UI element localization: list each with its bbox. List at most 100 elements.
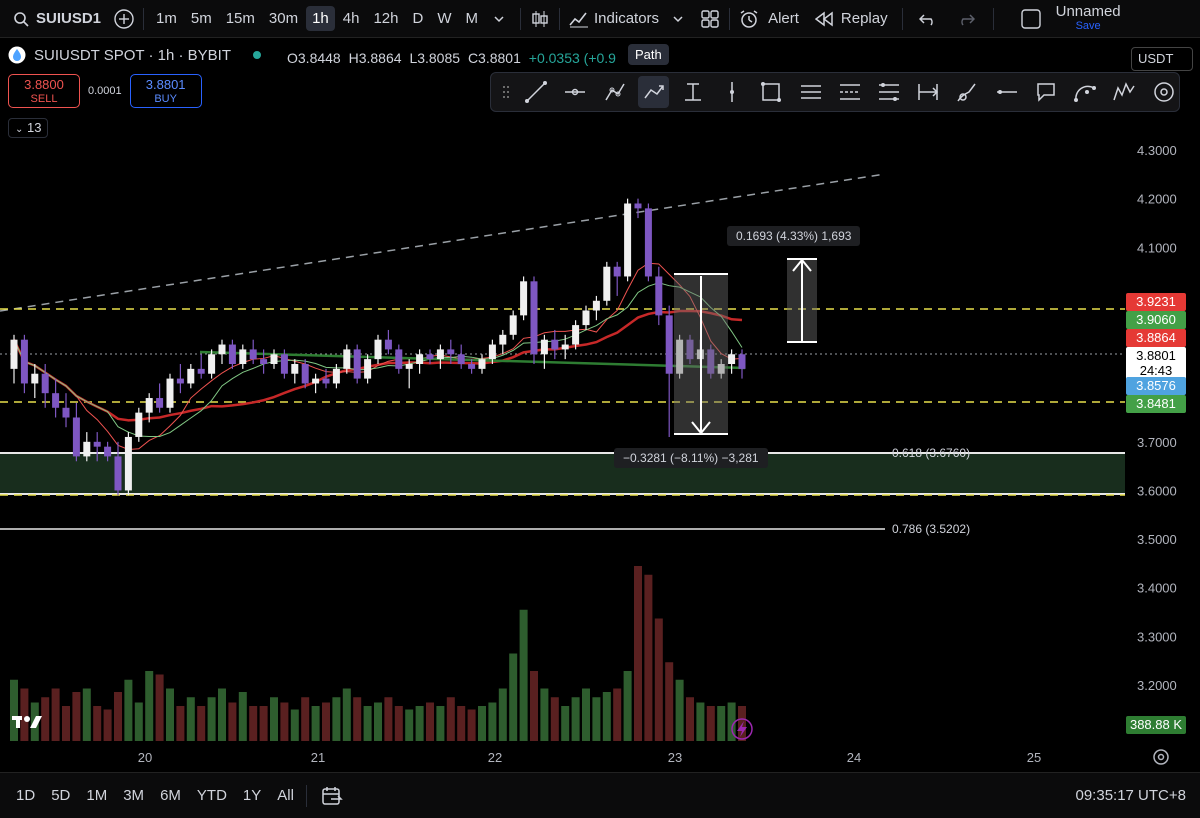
timeframe-list: 1m 5m 15m 30m 1h 4h 12h D W M [150, 0, 527, 38]
candles-icon[interactable] [527, 6, 553, 32]
volume-bar [602, 692, 611, 741]
vertical-measure-tool-icon[interactable] [677, 76, 708, 108]
candle [457, 344, 465, 369]
candle [665, 305, 673, 437]
candle-body [426, 354, 434, 360]
tf-30m[interactable]: 30m [263, 6, 304, 31]
candle-body [603, 266, 611, 301]
tf-4h[interactable]: 4h [337, 6, 366, 31]
symbol-title[interactable]: SUIUSDT SPOT · 1h · BYBIT [34, 47, 231, 64]
candle-body [145, 398, 153, 413]
ray-tool-icon[interactable] [991, 76, 1022, 108]
horizontal-line-tool-icon[interactable] [560, 76, 591, 108]
callout-tool-icon[interactable] [1030, 76, 1061, 108]
search-icon[interactable] [8, 6, 34, 32]
polyline-tool-icon[interactable] [599, 76, 630, 108]
settings-circle-icon[interactable] [1148, 76, 1179, 108]
volume-bar [696, 702, 705, 741]
candle-body [166, 378, 174, 408]
replay-icon[interactable] [811, 6, 837, 32]
candle-body [738, 354, 746, 369]
range-1d[interactable]: 1D [16, 787, 35, 804]
rectangle-tool-icon[interactable] [756, 76, 787, 108]
tf-15m[interactable]: 15m [220, 6, 261, 31]
candle [239, 344, 247, 369]
market-open-dot [253, 51, 261, 59]
buy-button[interactable]: 3.8801 BUY [129, 74, 202, 108]
candle [416, 349, 424, 374]
candle-body [114, 456, 122, 491]
arc-tool-icon[interactable] [1070, 76, 1101, 108]
volume-bar [394, 706, 403, 741]
range-1y[interactable]: 1Y [243, 787, 261, 804]
candle-body [447, 349, 455, 355]
layout-grid-icon[interactable] [697, 6, 723, 32]
candle-body [104, 446, 112, 457]
candle [228, 339, 236, 369]
volume-bar [301, 697, 310, 741]
range-ytd[interactable]: YTD [197, 787, 227, 804]
range-1m[interactable]: 1M [86, 787, 107, 804]
tf-5m[interactable]: 5m [185, 6, 218, 31]
undo-icon[interactable] [915, 6, 941, 32]
goto-date-icon[interactable] [319, 783, 345, 809]
sell-button[interactable]: 3.8800 SELL [8, 74, 80, 108]
symbol-name[interactable]: SUIUSD1 [36, 10, 101, 27]
range-6m[interactable]: 6M [160, 787, 181, 804]
chevron-down-icon[interactable] [486, 6, 512, 32]
bar-countdown: 24:43 [1139, 363, 1173, 378]
candle [62, 393, 70, 428]
save-label[interactable]: Save [1056, 19, 1121, 33]
range-5d[interactable]: 5D [51, 787, 70, 804]
candle-body [124, 436, 132, 491]
layout-name[interactable]: Unnamed [1056, 4, 1121, 19]
path-tool-icon[interactable] [638, 76, 670, 108]
brush-tool-icon[interactable] [952, 76, 983, 108]
fib-retracement-tool-icon[interactable] [834, 76, 865, 108]
candle [374, 334, 382, 364]
range-3m[interactable]: 3M [123, 787, 144, 804]
drag-handle-icon[interactable] [499, 76, 513, 108]
add-symbol-icon[interactable] [111, 6, 137, 32]
redo-icon[interactable] [953, 6, 979, 32]
chevron-down-icon[interactable] [665, 6, 691, 32]
indicators-toggle[interactable]: ⌄ 13 [8, 118, 48, 138]
replay-button[interactable]: Replay [841, 10, 888, 27]
candle [426, 349, 434, 364]
tf-d[interactable]: D [407, 6, 430, 31]
trend-line-tool-icon[interactable] [521, 76, 552, 108]
parallel-channel-tool-icon[interactable] [795, 76, 826, 108]
clock[interactable]: 09:35:17 UTC+8 [1076, 787, 1187, 804]
elliott-wave-tool-icon[interactable] [1109, 76, 1140, 108]
volume-bar [218, 688, 226, 741]
indicators-button[interactable]: Indicators [594, 10, 659, 27]
tf-w[interactable]: W [431, 6, 457, 31]
range-all[interactable]: All [277, 787, 294, 804]
alarm-clock-icon[interactable] [736, 6, 762, 32]
date-range-tool-icon[interactable] [913, 76, 944, 108]
low-value: L3.8085 [409, 50, 461, 66]
candle-body [644, 208, 652, 277]
layout-checkbox-icon[interactable] [1018, 6, 1044, 32]
candle [499, 329, 507, 355]
price-tick: 3.5000 [1137, 532, 1177, 547]
indicators-icon[interactable] [566, 6, 592, 32]
currency-select[interactable]: USDT [1131, 47, 1193, 71]
volume-bar [498, 688, 507, 741]
candle [166, 373, 174, 413]
candle-body [312, 378, 320, 384]
volume-bar [62, 706, 70, 741]
tf-m[interactable]: M [460, 6, 485, 31]
tf-12h[interactable]: 12h [367, 6, 404, 31]
volume-bar [623, 671, 632, 741]
drawing-toolbar [490, 72, 1180, 112]
fib-extension-tool-icon[interactable] [873, 76, 904, 108]
alert-button[interactable]: Alert [768, 10, 799, 27]
price-chart[interactable]: 4.3000 4.2000 4.1000 3.7000 3.6000 3.5000 3.40… [0, 0, 1200, 818]
open-value: O3.8448 [287, 50, 341, 66]
vertical-line-tool-icon[interactable] [717, 76, 748, 108]
gear-icon[interactable] [1153, 749, 1169, 765]
tf-1m[interactable]: 1m [150, 6, 183, 31]
candle-body [416, 354, 424, 364]
tf-1h[interactable]: 1h [306, 6, 335, 31]
